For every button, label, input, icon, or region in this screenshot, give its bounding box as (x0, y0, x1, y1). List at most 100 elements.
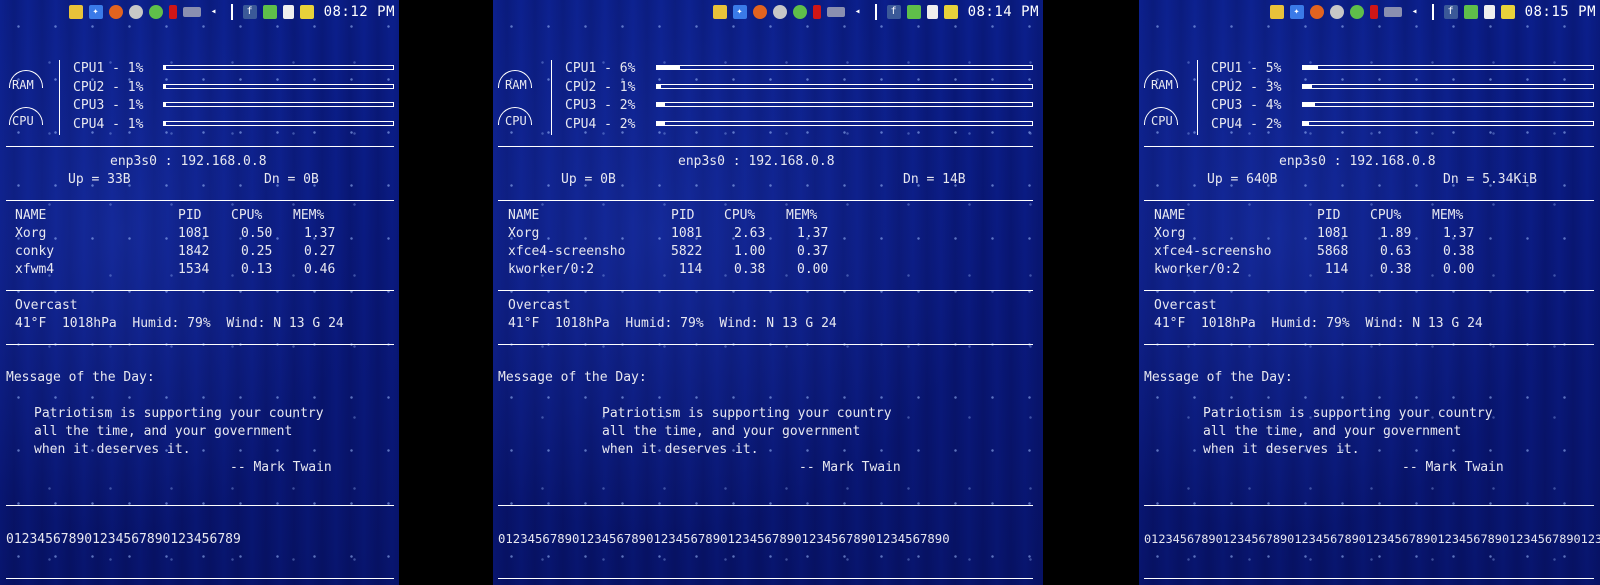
proc-mem: 0.38 (1443, 244, 1475, 259)
quote-line-1: Patriotism is supporting your country (1203, 406, 1493, 421)
folder-open-icon[interactable] (1500, 5, 1515, 19)
facebook-icon[interactable]: f (242, 5, 257, 19)
calendar-icon[interactable] (282, 5, 294, 19)
dropbox-icon[interactable]: ✦ (88, 5, 103, 19)
battery-icon[interactable] (1369, 5, 1378, 19)
cpu-gauge-label: CPU (1151, 114, 1173, 128)
folder-icon[interactable] (712, 5, 727, 19)
proc-header-cpu: CPU% (724, 208, 756, 223)
firefox-icon[interactable] (1309, 5, 1324, 19)
proc-pid: 114 (671, 262, 703, 277)
net-down: Dn = 14B (903, 172, 966, 187)
notes-icon[interactable] (906, 5, 921, 19)
divider-2 (498, 200, 1033, 201)
cpu4-label: CPU4 - 2% (1211, 117, 1282, 132)
proc-pid: 5822 (671, 244, 703, 259)
cpu1-bar (656, 65, 1033, 70)
cpu1-label: CPU1 - 5% (1211, 61, 1282, 76)
cpu2-fill (164, 85, 167, 88)
divider-6 (498, 578, 1033, 579)
net-interface: enp3s0 : 192.168.0.8 (1279, 154, 1436, 169)
keyboard-icon[interactable] (826, 7, 845, 17)
proc-pid: 5868 (1317, 244, 1349, 259)
motd-label: Message of the Day: (498, 370, 647, 385)
notes-icon[interactable] (1463, 5, 1478, 19)
network-icon[interactable] (1329, 5, 1344, 19)
motd-label: Message of the Day: (6, 370, 155, 385)
cpu3-label: CPU3 - 4% (1211, 98, 1282, 113)
weather-details: 41°F 1018hPa Humid: 79% Wind: N 13 G 24 (15, 316, 344, 331)
quote-line-3: when it deserves it. (1203, 442, 1360, 457)
notes-icon[interactable] (262, 5, 277, 19)
cpu1-label: CPU1 - 6% (565, 61, 636, 76)
divider-4 (6, 344, 394, 345)
proc-pid: 1534 (178, 262, 210, 277)
cpu-gauge-label: CPU (505, 114, 527, 128)
ram-gauge-label: RAM (1151, 78, 1173, 92)
quote-line-2: all the time, and your government (1203, 424, 1462, 439)
cpu4-bar (656, 121, 1033, 126)
folder-icon[interactable] (1269, 5, 1284, 19)
proc-cpu: 1.00 (734, 244, 766, 259)
proc-mem: 0.27 (304, 244, 336, 259)
quote-line-1: Patriotism is supporting your country (602, 406, 892, 421)
proc-pid: 1842 (178, 244, 210, 259)
folder-icon[interactable] (68, 5, 83, 19)
folder-open-icon[interactable] (943, 5, 958, 19)
update-icon[interactable] (148, 5, 163, 19)
divider-1 (1144, 146, 1594, 147)
calendar-icon[interactable] (926, 5, 938, 19)
net-up: Up = 640B (1207, 172, 1278, 187)
update-icon[interactable] (1349, 5, 1364, 19)
keyboard-icon[interactable] (182, 7, 201, 17)
proc-cpu: 2.63 (734, 226, 766, 241)
keyboard-icon[interactable] (1383, 7, 1402, 17)
system-tray: ✦ ◂ f 08:15 PM (1269, 3, 1596, 21)
facebook-icon[interactable]: f (886, 5, 901, 19)
tray-separator (230, 4, 233, 20)
network-icon[interactable] (772, 5, 787, 19)
cpu3-bar (1302, 102, 1594, 107)
divider-1 (498, 146, 1033, 147)
network-icon[interactable] (128, 5, 143, 19)
proc-header-name: NAME (15, 208, 47, 223)
proc-mem: 0.46 (304, 262, 336, 277)
divider-5 (498, 505, 1033, 506)
proc-name: xfwm4 (15, 262, 55, 277)
proc-cpu: 0.50 (241, 226, 273, 241)
net-interface: enp3s0 : 192.168.0.8 (678, 154, 835, 169)
cpu3-label: CPU3 - 2% (565, 98, 636, 113)
volume-icon[interactable]: ◂ (1408, 5, 1422, 19)
volume-icon[interactable]: ◂ (851, 5, 865, 19)
proc-name: xfce4-screensho (508, 244, 626, 259)
net-down: Dn = 5.34KiB (1443, 172, 1537, 187)
volume-icon[interactable]: ◂ (207, 5, 221, 19)
quote-line-2: all the time, and your government (602, 424, 861, 439)
proc-cpu: 0.63 (1380, 244, 1412, 259)
calendar-icon[interactable] (1483, 5, 1495, 19)
firefox-icon[interactable] (752, 5, 767, 19)
ram-gauge-label: RAM (505, 78, 527, 92)
proc-name: kworker/0:2 (508, 262, 595, 277)
proc-name: Xorg (508, 226, 540, 241)
cpu3-bar (163, 102, 394, 107)
firefox-icon[interactable] (108, 5, 123, 19)
divider-3 (6, 290, 394, 291)
gauge-divider (59, 60, 60, 135)
divider-6 (6, 578, 394, 579)
battery-icon[interactable] (812, 5, 821, 19)
cpu4-label: CPU4 - 1% (73, 117, 144, 132)
divider-2 (1144, 200, 1594, 201)
cpu3-label: CPU3 - 1% (73, 98, 144, 113)
proc-mem: 1.37 (797, 226, 829, 241)
update-icon[interactable] (792, 5, 807, 19)
cpu2-label: CPU2 - 1% (565, 80, 636, 95)
dropbox-icon[interactable]: ✦ (1289, 5, 1304, 19)
proc-header-mem: MEM% (786, 208, 818, 223)
dropbox-icon[interactable]: ✦ (732, 5, 747, 19)
battery-icon[interactable] (168, 5, 177, 19)
proc-header-mem: MEM% (293, 208, 325, 223)
folder-open-icon[interactable] (299, 5, 314, 19)
proc-mem: 1.37 (304, 226, 336, 241)
facebook-icon[interactable]: f (1443, 5, 1458, 19)
